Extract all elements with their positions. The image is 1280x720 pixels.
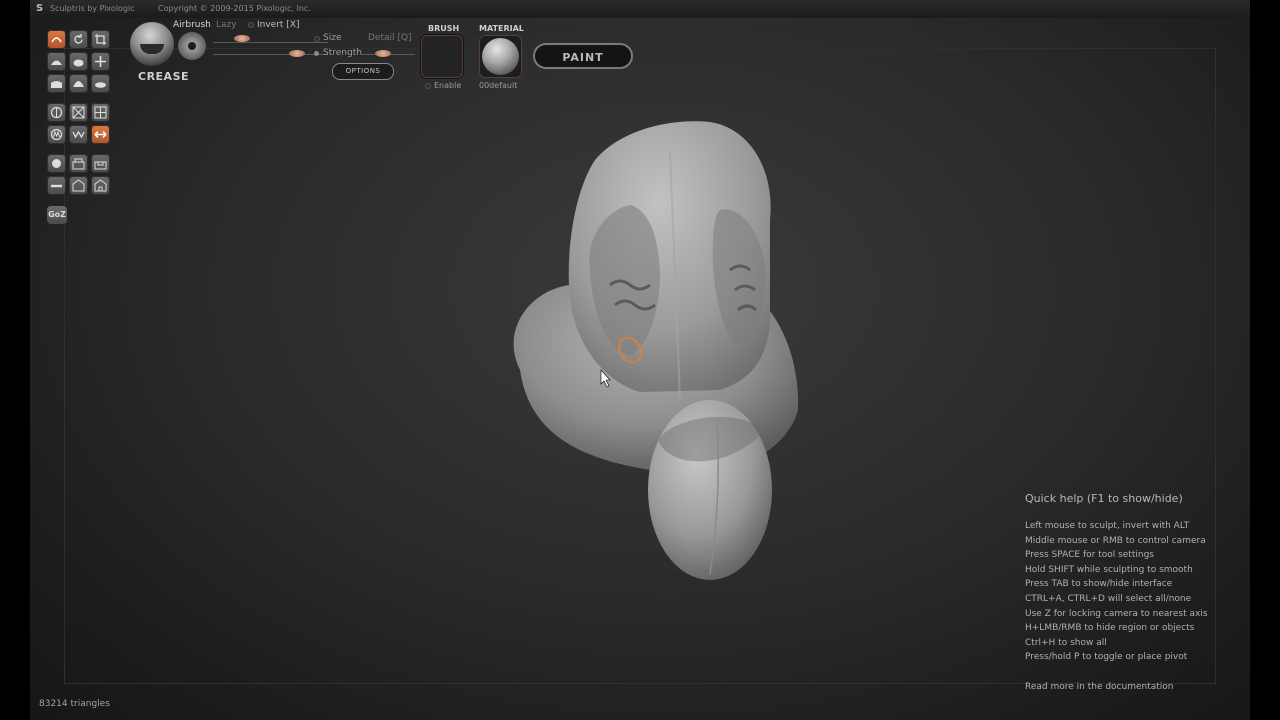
documentation-link[interactable]: Read more in the documentation: [1025, 682, 1174, 692]
help-line: Ctrl+H to show all: [1025, 637, 1107, 648]
brush-alpha-slot[interactable]: [421, 35, 463, 78]
strength-slider-knob[interactable]: [289, 50, 305, 57]
stroke-type-button[interactable]: [178, 32, 206, 60]
open-file-button[interactable]: [69, 154, 88, 173]
brush-enable-radio[interactable]: [425, 83, 431, 89]
smooth-tool-button[interactable]: [91, 74, 110, 93]
symmetry-button[interactable]: [47, 103, 66, 122]
crease-brush-icon[interactable]: [130, 22, 174, 66]
options-button[interactable]: OPTIONS: [332, 63, 394, 80]
scale-tool-button[interactable]: [91, 30, 110, 49]
help-line: CTRL+A, CTRL+D will select all/none: [1025, 593, 1192, 604]
flatten-tool-button[interactable]: [47, 74, 66, 93]
reduce-button[interactable]: [69, 125, 88, 144]
paint-button[interactable]: PAINT: [533, 43, 633, 69]
help-line: Use Z for locking camera to nearest axis: [1025, 608, 1208, 619]
material-sphere-icon: [482, 38, 519, 75]
detail-slider-knob[interactable]: [375, 50, 391, 57]
new-plane-button[interactable]: [47, 176, 66, 195]
size-label: Size: [323, 33, 342, 43]
size-slider-track[interactable]: [213, 42, 328, 43]
quick-help-title: Quick help (F1 to show/hide): [1025, 492, 1183, 505]
strength-slider-track[interactable]: [213, 54, 328, 55]
size-radio[interactable]: [314, 36, 320, 42]
detail-label: Detail [Q]: [368, 33, 412, 43]
help-line: Left mouse to sculpt, invert with ALT: [1025, 521, 1190, 531]
grid-button[interactable]: [91, 103, 110, 122]
triangle-count: 83214 triangles: [39, 699, 110, 709]
airbrush-toggle[interactable]: Airbrush: [173, 20, 211, 30]
import-button[interactable]: [69, 176, 88, 195]
new-sphere-button[interactable]: [47, 154, 66, 173]
lazy-toggle[interactable]: Lazy: [216, 20, 237, 30]
grab-tool-button[interactable]: [91, 52, 110, 71]
crease-tool-button[interactable]: [47, 30, 66, 49]
pinch-tool-button[interactable]: [69, 74, 88, 93]
material-name: 00default: [479, 81, 518, 90]
save-file-button[interactable]: [91, 154, 110, 173]
mirror-button[interactable]: [91, 125, 110, 144]
mask-button[interactable]: [47, 125, 66, 144]
quick-help-panel: Quick help (F1 to show/hide) Left mouse …: [1025, 492, 1250, 692]
export-button[interactable]: [91, 176, 110, 195]
draw-tool-button[interactable]: [47, 52, 66, 71]
wireframe-button[interactable]: [69, 103, 88, 122]
material-header: MATERIAL: [479, 24, 524, 33]
sculpt-mesh: [513, 121, 799, 580]
help-line: Press TAB to show/hide interface: [1025, 579, 1173, 590]
brush-name: CREASE: [138, 70, 190, 83]
invert-toggle[interactable]: Invert [X]: [257, 20, 300, 30]
size-slider-knob[interactable]: [234, 35, 250, 42]
help-line: Press/hold P to toggle or place pivot: [1025, 652, 1188, 663]
rotate-tool-button[interactable]: [69, 30, 88, 49]
invert-radio[interactable]: [248, 22, 254, 28]
brush-header: BRUSH: [428, 24, 460, 33]
brush-enable-label: Enable: [434, 81, 462, 90]
help-line: Middle mouse or RMB to control camera: [1025, 535, 1206, 546]
strength-radio[interactable]: [314, 51, 319, 56]
material-slot[interactable]: [479, 35, 522, 78]
goz-button[interactable]: GoZ: [47, 206, 67, 224]
strength-label: Strength: [323, 48, 362, 58]
sculptris-window: S Sculptris by Pixologic Copyright © 200…: [30, 0, 1250, 720]
help-line: Press SPACE for tool settings: [1025, 550, 1154, 561]
inflate-tool-button[interactable]: [69, 52, 88, 71]
help-line: H+LMB/RMB to hide region or objects: [1025, 623, 1195, 634]
help-line: Hold SHIFT while sculpting to smooth: [1025, 564, 1193, 575]
